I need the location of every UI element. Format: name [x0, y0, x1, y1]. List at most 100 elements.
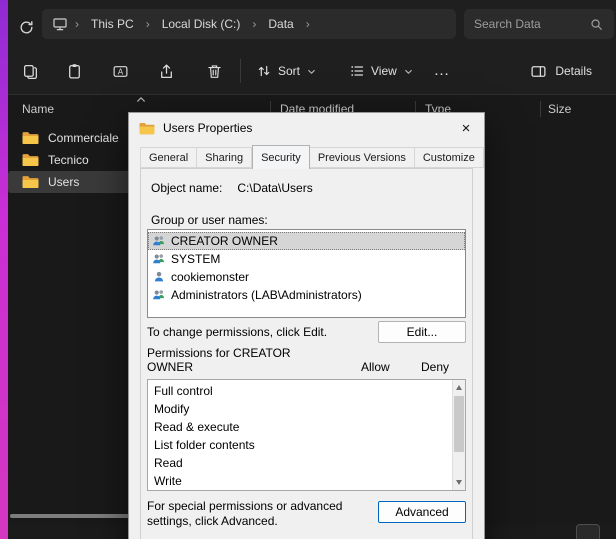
sort-ascending-icon — [136, 96, 146, 103]
scrollbar-thumb[interactable] — [454, 396, 464, 452]
permission-name: List folder contents — [154, 438, 255, 452]
list-item-system[interactable]: SYSTEM — [148, 250, 465, 268]
details-pane-button[interactable]: Details — [520, 55, 602, 87]
view-label: View — [371, 64, 397, 78]
folder-icon — [22, 153, 39, 167]
tab-sharing[interactable]: Sharing — [197, 147, 252, 168]
rename-button[interactable]: A — [104, 55, 136, 87]
permission-name: Read — [154, 456, 183, 470]
file-name: Users — [48, 175, 79, 189]
permission-row-list-folder-contents[interactable]: List folder contents — [148, 436, 451, 454]
refresh-icon — [18, 19, 35, 36]
list-item-creator-owner[interactable]: CREATOR OWNER — [148, 232, 465, 250]
view-icon — [349, 63, 365, 79]
permission-name: Write — [154, 474, 182, 488]
dialog-title: Users Properties — [163, 121, 252, 135]
scroll-up-icon[interactable] — [456, 385, 462, 390]
breadcrumb-item-local-disk[interactable]: Local Disk (C:) — [157, 15, 246, 33]
view-dropdown[interactable]: View — [341, 55, 422, 87]
permission-row-full-control[interactable]: Full control — [148, 382, 451, 400]
column-divider[interactable] — [540, 101, 541, 117]
command-toolbar: A Sort — [8, 47, 616, 95]
address-bar: › This PC › Local Disk (C:) › Data › Sea… — [8, 0, 616, 47]
group-name: CREATOR OWNER — [171, 234, 278, 248]
toolbar-divider — [240, 59, 241, 83]
chevron-down-icon — [306, 66, 317, 77]
folder-icon — [22, 131, 39, 145]
close-icon: × — [462, 120, 471, 137]
sort-dropdown[interactable]: Sort — [248, 55, 325, 87]
tab-general[interactable]: General — [140, 147, 197, 168]
permission-row-read[interactable]: Read — [148, 454, 451, 472]
permission-name: Full control — [154, 384, 213, 398]
users-group-icon — [152, 288, 166, 302]
paste-icon — [66, 63, 83, 80]
column-header-size[interactable]: Size — [548, 102, 571, 116]
group-name: SYSTEM — [171, 252, 220, 266]
tab-security[interactable]: Security — [252, 145, 310, 169]
sort-icon — [256, 63, 272, 79]
group-names-listbox[interactable]: CREATOR OWNER SYSTEM — [147, 229, 466, 318]
list-item-administrators[interactable]: Administrators (LAB\Administrators) — [148, 286, 465, 304]
group-name: cookiemonster — [171, 270, 249, 284]
svg-text:A: A — [117, 67, 123, 76]
object-name-label: Object name: — [151, 181, 222, 195]
paste-button[interactable] — [58, 55, 90, 87]
advanced-button[interactable]: Advanced — [378, 501, 466, 523]
vertical-scrollbar[interactable] — [452, 380, 465, 490]
copy-button[interactable] — [14, 55, 46, 87]
view-toggle-button[interactable] — [576, 524, 600, 539]
users-group-icon — [152, 234, 166, 248]
permission-row-write[interactable]: Write — [148, 472, 451, 490]
sort-label: Sort — [278, 64, 300, 78]
scroll-down-icon[interactable] — [456, 480, 462, 485]
chevron-right-icon: › — [249, 17, 259, 31]
group-or-usernames-label: Group or user names: — [151, 213, 268, 227]
chevron-right-icon: › — [303, 17, 313, 31]
file-name: Tecnico — [48, 153, 89, 167]
column-header-name[interactable]: Name — [22, 102, 54, 116]
folder-icon — [22, 175, 39, 189]
file-name: Commerciale — [48, 131, 119, 145]
permission-row-modify[interactable]: Modify — [148, 400, 451, 418]
tab-customize[interactable]: Customize — [415, 147, 484, 168]
permission-row-read-execute[interactable]: Read & execute — [148, 418, 451, 436]
more-icon: … — [434, 66, 451, 76]
permission-name: Read & execute — [154, 420, 239, 434]
list-item-cookiemonster[interactable]: cookiemonster — [148, 268, 465, 286]
tab-previous-versions[interactable]: Previous Versions — [310, 147, 415, 168]
chevron-right-icon: › — [72, 17, 82, 31]
edit-button[interactable]: Edit... — [378, 321, 466, 343]
breadcrumb-item-this-pc[interactable]: This PC — [86, 15, 139, 33]
file-explorer-window: › This PC › Local Disk (C:) › Data › Sea… — [0, 0, 616, 539]
permission-name: Modify — [154, 402, 189, 416]
properties-dialog: Users Properties × General Sharing Secur… — [128, 112, 485, 539]
allow-column-label: Allow — [361, 360, 390, 374]
refresh-button[interactable] — [13, 14, 39, 40]
search-input[interactable]: Search Data — [464, 9, 614, 39]
deny-column-label: Deny — [421, 360, 449, 374]
trash-icon — [206, 63, 223, 80]
share-button[interactable] — [150, 55, 182, 87]
permissions-listbox[interactable]: Full control Modify Read & execute List … — [147, 379, 466, 491]
chevron-down-icon — [403, 66, 414, 77]
users-group-icon — [152, 252, 166, 266]
chevron-right-icon: › — [143, 17, 153, 31]
rename-icon: A — [112, 63, 129, 80]
breadcrumb-item-data[interactable]: Data — [263, 15, 298, 33]
group-name: Administrators (LAB\Administrators) — [171, 288, 362, 302]
breadcrumb: › This PC › Local Disk (C:) › Data › — [42, 9, 456, 39]
close-button[interactable]: × — [448, 113, 484, 143]
advanced-hint-text: For special permissions or advanced sett… — [147, 499, 365, 529]
object-name-value: C:\Data\Users — [237, 181, 312, 195]
dialog-titlebar[interactable]: Users Properties × — [129, 113, 484, 143]
delete-button[interactable] — [198, 55, 230, 87]
search-icon — [589, 17, 604, 32]
copy-icon — [22, 63, 39, 80]
dialog-tabs: General Sharing Security Previous Versio… — [140, 147, 484, 168]
more-options-button[interactable]: … — [426, 55, 458, 87]
edit-hint-text: To change permissions, click Edit. — [147, 325, 327, 339]
user-icon — [152, 270, 166, 284]
left-accent-strip — [0, 0, 8, 539]
details-pane-icon — [530, 63, 547, 80]
